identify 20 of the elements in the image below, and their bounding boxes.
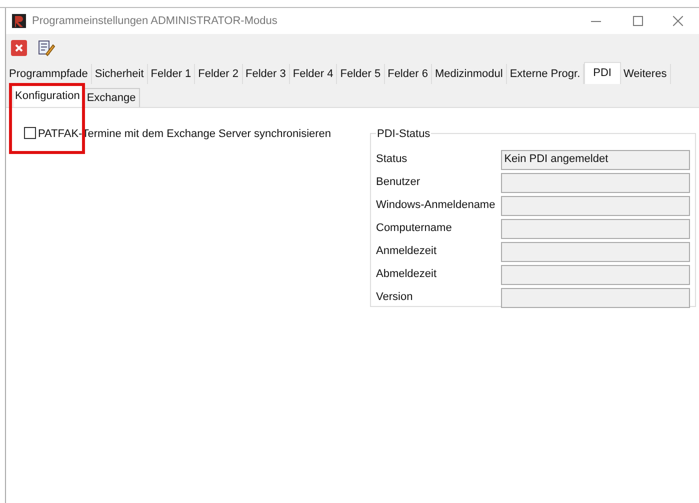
- close-icon[interactable]: [673, 16, 683, 26]
- tab[interactable]: PDI: [584, 62, 620, 84]
- app-logo-icon: [12, 14, 26, 28]
- field-label: Benutzer: [376, 175, 422, 190]
- maximize-icon[interactable]: [633, 16, 643, 26]
- checkbox[interactable]: [24, 127, 36, 139]
- field-label: Computername: [376, 221, 453, 236]
- status-field: Kein PDI angemeldet: [501, 150, 690, 170]
- tab[interactable]: Exchange: [82, 88, 140, 107]
- notepad-pencil-icon[interactable]: [37, 39, 55, 57]
- minimize-icon[interactable]: [591, 20, 601, 22]
- field-label: Status: [376, 152, 408, 168]
- field-label: Windows-Anmeldename: [376, 198, 496, 214]
- field-label: Version: [376, 290, 414, 306]
- window-title: Programmeinstellungen ADMINISTRATOR-Modus: [32, 14, 278, 29]
- tab[interactable]: Konfiguration: [14, 86, 83, 107]
- field-label: Abmeldezeit: [376, 267, 438, 282]
- close-icon[interactable]: [11, 40, 27, 56]
- field-label: Anmeldezeit: [376, 244, 438, 260]
- tab[interactable]: Weiteres: [620, 64, 671, 84]
